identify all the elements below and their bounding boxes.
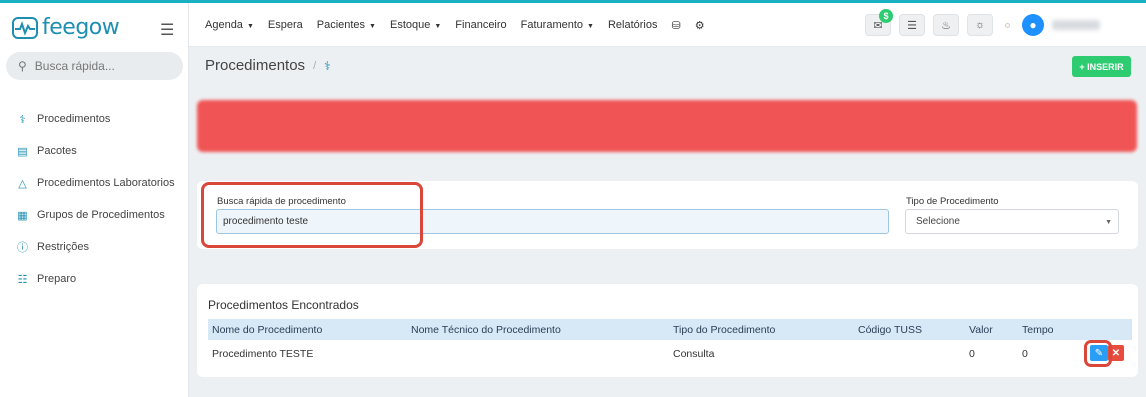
col-nome-tecnico: Nome Técnico do Procedimento bbox=[411, 324, 561, 336]
tipo-procedimento-select[interactable]: Selecione ▼ bbox=[905, 209, 1119, 234]
sidebar-item-label: Procedimentos bbox=[37, 113, 111, 125]
top-navbar: Agenda ▼ Espera Pacientes ▼ Estoque ▼ Finan… bbox=[189, 3, 1146, 47]
menu-espera[interactable]: Espera bbox=[268, 19, 303, 31]
sidebar-item-preparo[interactable]: ☷ Preparo bbox=[0, 263, 189, 295]
edit-icon: ✎ bbox=[1094, 347, 1104, 359]
quick-search-placeholder: Busca rápida... bbox=[34, 59, 115, 73]
caret-down-icon: ▼ bbox=[1105, 219, 1112, 226]
bell-icon: ♨ bbox=[941, 19, 951, 32]
menu-pacientes[interactable]: Pacientes ▼ bbox=[317, 19, 376, 31]
checklist-icon: ☰ bbox=[907, 19, 917, 32]
menu-faturamento[interactable]: Faturamento ▼ bbox=[521, 19, 594, 31]
flask-icon: △ bbox=[18, 177, 27, 190]
header-actions: ✉ $ ☰ ♨ ☼ ● bbox=[865, 9, 1100, 36]
chat-icon: ☼ bbox=[974, 19, 986, 31]
cell-nome[interactable]: Procedimento TESTE bbox=[212, 348, 313, 360]
menu-relatorios[interactable]: Relatórios bbox=[608, 19, 658, 31]
notifications-button[interactable]: ♨ bbox=[933, 14, 959, 36]
close-icon: ✕ bbox=[1111, 347, 1121, 359]
busca-procedimento-input[interactable] bbox=[216, 209, 889, 234]
search-icon: ⚲ bbox=[18, 59, 27, 73]
sidebar-item-procedimentos-laboratorios[interactable]: △ Procedimentos Laboratorios bbox=[0, 167, 189, 199]
user-avatar[interactable]: ● bbox=[1022, 14, 1044, 36]
logo-text: feegow bbox=[42, 15, 120, 40]
menu-agenda[interactable]: Agenda ▼ bbox=[205, 19, 254, 31]
dollar-badge: $ bbox=[879, 9, 893, 23]
breadcrumb: Procedimentos / ⚕ bbox=[205, 57, 331, 74]
sidebar-item-pacotes[interactable]: ▤ Pacotes bbox=[0, 135, 189, 167]
caret-down-icon: ▼ bbox=[587, 23, 594, 30]
quick-search-box[interactable]: ⚲ Busca rápida... bbox=[6, 52, 183, 80]
stethoscope-icon: ⚕ bbox=[324, 58, 331, 73]
main-menu: Agenda ▼ Espera Pacientes ▼ Estoque ▼ Finan… bbox=[205, 3, 705, 47]
tipo-label: Tipo de Procedimento bbox=[906, 196, 999, 207]
cell-valor: 0 bbox=[969, 348, 975, 360]
gear-icon[interactable]: ⚙ bbox=[695, 19, 705, 32]
caret-down-icon: ▼ bbox=[369, 23, 376, 30]
exclamation-circle-icon: ⓘ bbox=[17, 242, 28, 254]
col-tuss: Código TUSS bbox=[858, 324, 923, 336]
sidebar-item-procedimentos[interactable]: ⚕ Procedimentos bbox=[0, 103, 189, 135]
hamburger-menu-icon[interactable]: ☰ bbox=[160, 20, 174, 40]
side-nav: ⚕ Procedimentos ▤ Pacotes △ Procedimento… bbox=[0, 103, 189, 295]
inbox-button[interactable]: ✉ $ bbox=[865, 9, 893, 36]
alert-banner-blurred bbox=[197, 100, 1137, 152]
tipo-select-value: Selecione bbox=[916, 216, 960, 227]
busca-label: Busca rápida de procedimento bbox=[217, 196, 346, 207]
col-nome: Nome do Procedimento bbox=[212, 324, 323, 336]
sidebar-item-restricoes[interactable]: ⓘ Restrições bbox=[0, 231, 189, 263]
sidebar-item-grupos[interactable]: ▦ Grupos de Procedimentos bbox=[0, 199, 189, 231]
sidebar-item-label: Procedimentos Laboratorios bbox=[37, 177, 175, 189]
group-icon: ▦ bbox=[17, 209, 28, 222]
tasks-button[interactable]: ☰ bbox=[899, 14, 925, 36]
cell-tempo: 0 bbox=[1022, 348, 1028, 360]
caret-down-icon: ▼ bbox=[246, 23, 254, 30]
chat-button[interactable]: ☼ bbox=[967, 14, 993, 36]
sidebar-item-label: Preparo bbox=[37, 273, 77, 285]
status-dot bbox=[1005, 22, 1010, 28]
logo-icon bbox=[12, 16, 38, 39]
database-icon[interactable]: ⛁ bbox=[672, 19, 681, 32]
sidebar-item-label: Grupos de Procedimentos bbox=[37, 209, 165, 221]
username-blurred[interactable] bbox=[1052, 20, 1100, 30]
box-icon: ▤ bbox=[17, 145, 28, 158]
page-title: Procedimentos bbox=[205, 57, 306, 74]
edit-button[interactable]: ✎ bbox=[1090, 345, 1108, 361]
col-valor: Valor bbox=[969, 324, 993, 336]
table-header bbox=[208, 319, 1132, 340]
user-icon: ● bbox=[1029, 18, 1037, 32]
caret-down-icon: ▼ bbox=[434, 23, 442, 30]
results-title: Procedimentos Encontrados bbox=[208, 298, 359, 312]
menu-financeiro[interactable]: Financeiro bbox=[455, 19, 506, 31]
sidebar-item-label: Restrições bbox=[37, 241, 89, 253]
sidebar-item-label: Pacotes bbox=[37, 145, 77, 157]
sidebar: feegow ☰ ⚲ Busca rápida... ⚕ Procediment… bbox=[0, 3, 189, 397]
list-icon: ☷ bbox=[17, 273, 28, 286]
breadcrumb-separator: / bbox=[313, 59, 317, 72]
cell-tipo: Consulta bbox=[673, 348, 715, 360]
logo[interactable]: feegow bbox=[12, 15, 120, 40]
delete-button[interactable]: ✕ bbox=[1108, 345, 1124, 361]
insert-button[interactable]: + INSERIR bbox=[1072, 56, 1131, 77]
stethoscope-icon: ⚕ bbox=[19, 113, 26, 126]
col-tipo: Tipo do Procedimento bbox=[673, 324, 776, 336]
menu-estoque[interactable]: Estoque ▼ bbox=[390, 19, 441, 31]
col-tempo: Tempo bbox=[1022, 324, 1054, 336]
